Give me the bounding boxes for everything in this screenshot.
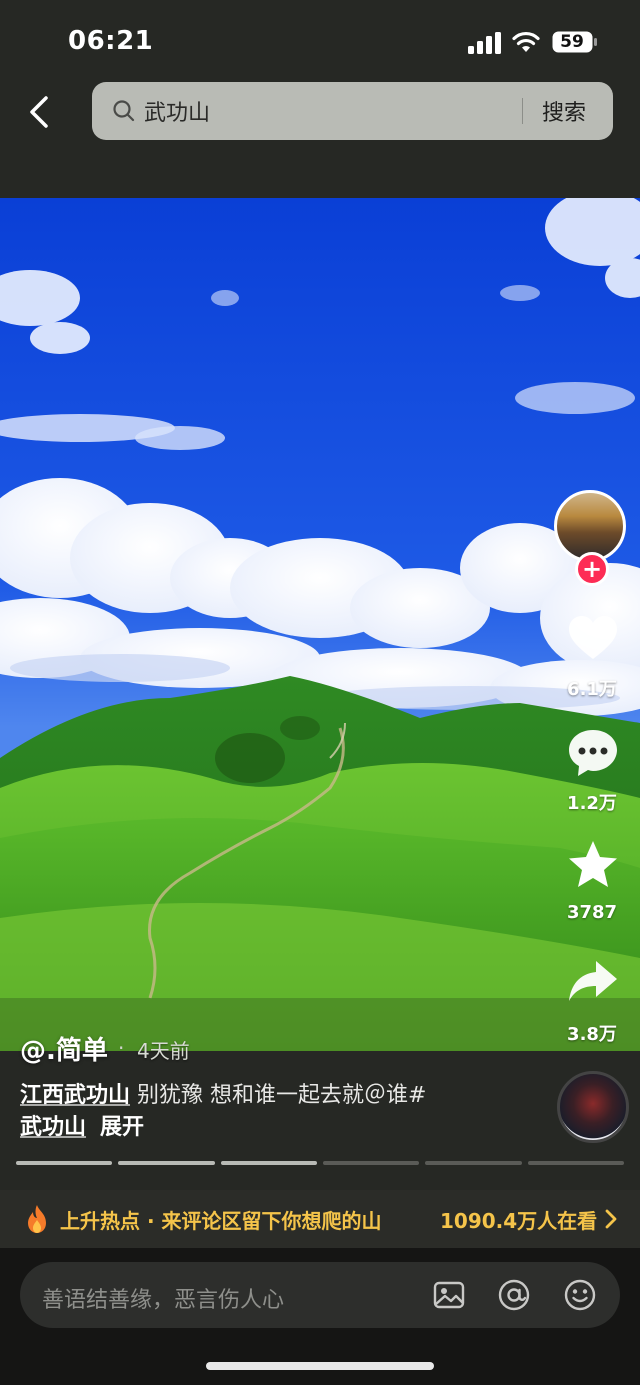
- comment-input[interactable]: 善语结善缘，恶言伤人心: [20, 1262, 620, 1328]
- video-frame: [0, 198, 640, 1051]
- comment-icon[interactable]: [566, 726, 620, 780]
- wifi-icon: [512, 31, 540, 52]
- chevron-right-icon: [605, 1209, 617, 1229]
- progress-segment: [425, 1161, 522, 1165]
- watching-count: 1090.4万人在看: [440, 1209, 598, 1233]
- hashtag-location[interactable]: 江西武功山: [20, 1083, 130, 1108]
- search-query: 武功山: [144, 101, 211, 126]
- progress-segment: [322, 1161, 420, 1165]
- hashtag-topic[interactable]: 武功山: [20, 1115, 86, 1140]
- progress-segment: [527, 1161, 624, 1165]
- comment-count: 1.2万: [567, 793, 617, 814]
- status-time: 06:21: [68, 26, 154, 56]
- progress-segment: [16, 1161, 113, 1165]
- battery-level: 59: [560, 32, 584, 52]
- progress-segment: [118, 1161, 215, 1165]
- back-arrow-icon[interactable]: [22, 92, 58, 132]
- heart-icon[interactable]: [566, 612, 620, 666]
- expand-caption-button[interactable]: 展开: [100, 1115, 144, 1140]
- star-icon[interactable]: [566, 838, 620, 892]
- status-bar: 06:21 59: [0, 0, 640, 80]
- battery-icon: 59: [552, 31, 598, 53]
- image-icon[interactable]: [432, 1278, 466, 1312]
- follow-button[interactable]: +: [575, 552, 609, 586]
- favorite-count: 3787: [566, 902, 618, 923]
- progress-segment: [220, 1161, 317, 1165]
- music-disc[interactable]: [557, 1071, 629, 1143]
- video-progress[interactable]: [16, 1161, 624, 1166]
- comment-placeholder: 善语结善缘，恶言伤人心: [42, 1288, 285, 1313]
- share-count: 3.8万: [567, 1024, 617, 1045]
- home-indicator: [206, 1362, 434, 1370]
- emoji-icon[interactable]: [563, 1278, 597, 1312]
- caption-text: 别犹豫 想和谁一起去就＠谁#: [130, 1083, 427, 1108]
- search-divider: [522, 98, 523, 124]
- bottom-bar: 善语结善缘，恶言伤人心: [0, 1248, 640, 1385]
- video-caption[interactable]: 江西武功山 别犹豫 想和谁一起去就＠谁# 武功山 展开: [20, 1080, 530, 1144]
- fire-icon: [28, 1205, 46, 1233]
- search-input[interactable]: 武功山 搜索: [92, 82, 613, 140]
- signal-icon: [468, 32, 501, 54]
- at-icon[interactable]: [497, 1278, 531, 1312]
- search-icon: [113, 100, 135, 122]
- trending-bar[interactable]: 上升热点 · 来评论区留下你想爬的山 1090.4万人在看: [0, 1190, 640, 1248]
- author-name[interactable]: @.简单: [20, 1030, 108, 1067]
- like-count: 6.1万: [567, 679, 617, 700]
- trending-text: 上升热点 · 来评论区留下你想爬的山: [60, 1209, 382, 1233]
- search-button[interactable]: 搜索: [542, 95, 586, 127]
- separator-dot: ·: [118, 1036, 125, 1060]
- video-player[interactable]: [0, 198, 640, 1051]
- share-icon[interactable]: [566, 955, 620, 1009]
- posted-time: 4天前: [137, 1039, 190, 1063]
